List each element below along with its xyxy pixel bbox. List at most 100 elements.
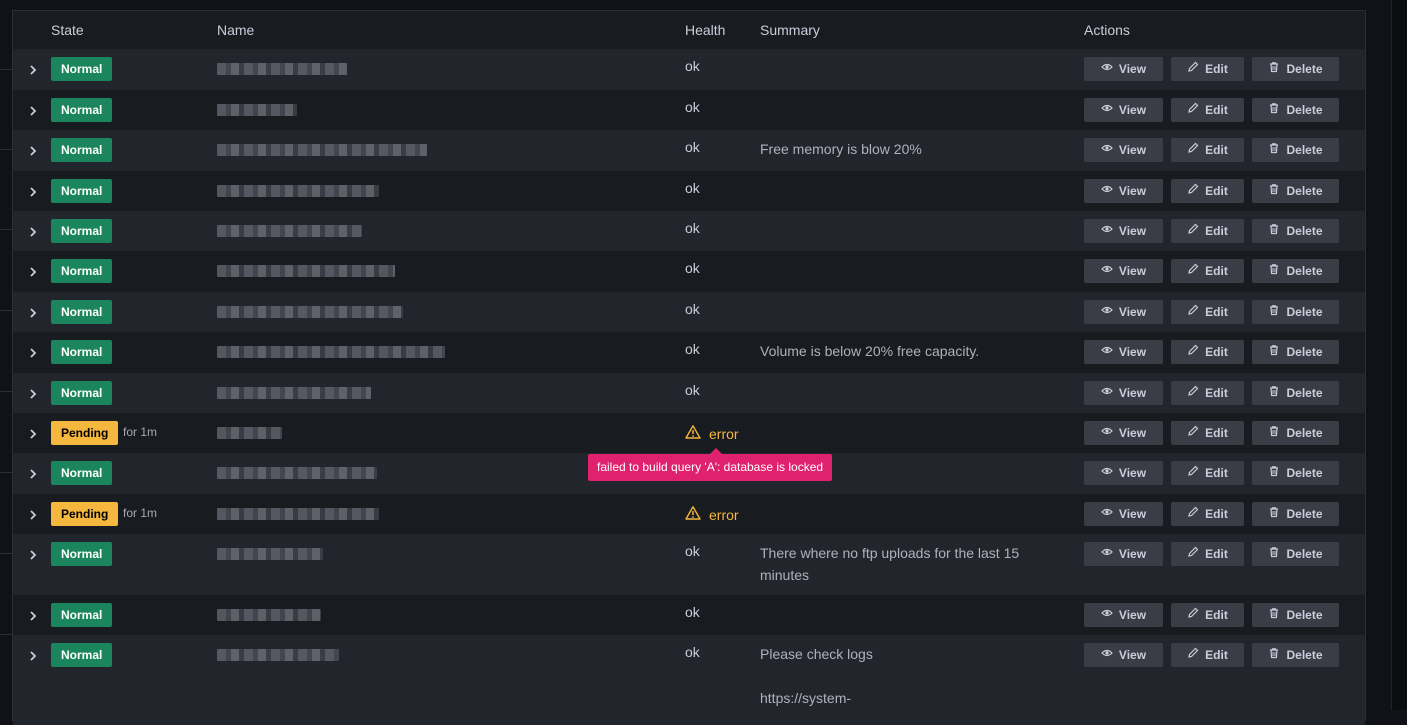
delete-button[interactable]: Delete: [1252, 138, 1339, 162]
table-row[interactable]: Normal ok View Edit Delete: [13, 251, 1365, 292]
edit-button[interactable]: Edit: [1171, 340, 1244, 364]
edit-button[interactable]: Edit: [1171, 179, 1244, 203]
eye-icon: [1101, 259, 1113, 283]
view-button[interactable]: View: [1084, 300, 1163, 324]
rule-name-redacted[interactable]: [217, 265, 395, 277]
view-button[interactable]: View: [1084, 381, 1163, 405]
view-button[interactable]: View: [1084, 259, 1163, 283]
table-row[interactable]: Normal ok View Edit Delete: [13, 171, 1365, 211]
expand-chevron-icon[interactable]: [27, 144, 39, 156]
delete-button[interactable]: Delete: [1252, 219, 1339, 243]
rule-name-redacted[interactable]: [217, 548, 323, 560]
view-button[interactable]: View: [1084, 57, 1163, 81]
edit-button[interactable]: Edit: [1171, 502, 1244, 526]
edit-button[interactable]: Edit: [1171, 381, 1244, 405]
delete-button[interactable]: Delete: [1252, 603, 1339, 627]
expand-chevron-icon[interactable]: [27, 265, 39, 277]
table-row[interactable]: Normal ok Free memory is blow 20% View E…: [13, 130, 1365, 171]
rule-name-redacted[interactable]: [217, 63, 347, 75]
delete-button[interactable]: Delete: [1252, 57, 1339, 81]
table-row[interactable]: Normal ok View Edit Delete: [13, 211, 1365, 251]
rule-name-redacted[interactable]: [217, 104, 297, 116]
view-button[interactable]: View: [1084, 421, 1163, 445]
column-header-health[interactable]: Health: [685, 22, 725, 38]
view-button[interactable]: View: [1084, 179, 1163, 203]
trash-icon: [1268, 219, 1280, 243]
view-button[interactable]: View: [1084, 138, 1163, 162]
expand-chevron-icon[interactable]: [27, 185, 39, 197]
view-button[interactable]: View: [1084, 502, 1163, 526]
rule-name-redacted[interactable]: [217, 306, 403, 318]
edit-button[interactable]: Edit: [1171, 219, 1244, 243]
table-row[interactable]: Normal ok View Edit Delete: [13, 292, 1365, 332]
delete-button[interactable]: Delete: [1252, 300, 1339, 324]
column-header-name[interactable]: Name: [217, 22, 254, 38]
view-button[interactable]: View: [1084, 98, 1163, 122]
scrollbar-track[interactable]: [1391, 0, 1407, 710]
edit-button[interactable]: Edit: [1171, 138, 1244, 162]
expand-chevron-icon[interactable]: [27, 508, 39, 520]
table-row[interactable]: Pending for 1m error View Edit Delete: [13, 413, 1365, 453]
view-button[interactable]: View: [1084, 603, 1163, 627]
edit-button[interactable]: Edit: [1171, 461, 1244, 485]
table-row[interactable]: Pending for 1m error View Edit Delete: [13, 494, 1365, 534]
rule-name-redacted[interactable]: [217, 144, 427, 156]
expand-chevron-icon[interactable]: [27, 225, 39, 237]
expand-chevron-icon[interactable]: [27, 104, 39, 116]
rule-name-redacted[interactable]: [217, 508, 379, 520]
delete-button[interactable]: Delete: [1252, 381, 1339, 405]
rule-name-redacted[interactable]: [217, 649, 339, 661]
table-row[interactable]: Normal ok There where no ftp uploads for…: [13, 534, 1365, 595]
delete-button[interactable]: Delete: [1252, 461, 1339, 485]
table-row[interactable]: Normal ok Volume is below 20% free capac…: [13, 332, 1365, 373]
rule-name-redacted[interactable]: [217, 609, 321, 621]
rule-name-redacted[interactable]: [217, 225, 362, 237]
column-header-state[interactable]: State: [51, 22, 84, 38]
table-row[interactable]: Normal ok View Edit Delete: [13, 90, 1365, 130]
expand-chevron-icon[interactable]: [27, 387, 39, 399]
table-row[interactable]: Normal ok View Edit Delete: [13, 373, 1365, 413]
table-row[interactable]: Normal ok View Edit Delete: [13, 49, 1365, 90]
health-status[interactable]: error: [685, 424, 739, 443]
edit-button[interactable]: Edit: [1171, 98, 1244, 122]
expand-chevron-icon[interactable]: [27, 467, 39, 479]
expand-chevron-icon[interactable]: [27, 649, 39, 661]
table-row[interactable]: Normal ok View Edit Delete: [13, 595, 1365, 635]
delete-button[interactable]: Delete: [1252, 340, 1339, 364]
trash-icon: [1268, 381, 1280, 405]
edit-button[interactable]: Edit: [1171, 603, 1244, 627]
edit-button[interactable]: Edit: [1171, 542, 1244, 566]
edit-button[interactable]: Edit: [1171, 421, 1244, 445]
expand-chevron-icon[interactable]: [27, 609, 39, 621]
rule-name-redacted[interactable]: [217, 387, 371, 399]
edit-button[interactable]: Edit: [1171, 259, 1244, 283]
rule-name-redacted[interactable]: [217, 427, 282, 439]
expand-chevron-icon[interactable]: [27, 306, 39, 318]
table-row[interactable]: Normal ok Please check logs https://syst…: [13, 635, 1365, 725]
edit-button[interactable]: Edit: [1171, 57, 1244, 81]
delete-button[interactable]: Delete: [1252, 643, 1339, 667]
rule-name-redacted[interactable]: [217, 185, 379, 197]
delete-button[interactable]: Delete: [1252, 259, 1339, 283]
view-button[interactable]: View: [1084, 643, 1163, 667]
rule-name-redacted[interactable]: [217, 346, 445, 358]
state-badge: Pending: [51, 421, 119, 445]
view-button[interactable]: View: [1084, 542, 1163, 566]
delete-button[interactable]: Delete: [1252, 502, 1339, 526]
edit-button[interactable]: Edit: [1171, 300, 1244, 324]
rule-name-redacted[interactable]: [217, 467, 377, 479]
view-button[interactable]: View: [1084, 219, 1163, 243]
expand-chevron-icon[interactable]: [27, 427, 39, 439]
column-header-summary[interactable]: Summary: [760, 22, 820, 38]
delete-button[interactable]: Delete: [1252, 542, 1339, 566]
delete-button[interactable]: Delete: [1252, 179, 1339, 203]
delete-button[interactable]: Delete: [1252, 98, 1339, 122]
view-button[interactable]: View: [1084, 461, 1163, 485]
edit-button[interactable]: Edit: [1171, 643, 1244, 667]
expand-chevron-icon[interactable]: [27, 548, 39, 560]
view-button[interactable]: View: [1084, 340, 1163, 364]
expand-chevron-icon[interactable]: [27, 63, 39, 75]
expand-chevron-icon[interactable]: [27, 346, 39, 358]
health-status[interactable]: error: [685, 505, 739, 524]
delete-button[interactable]: Delete: [1252, 421, 1339, 445]
